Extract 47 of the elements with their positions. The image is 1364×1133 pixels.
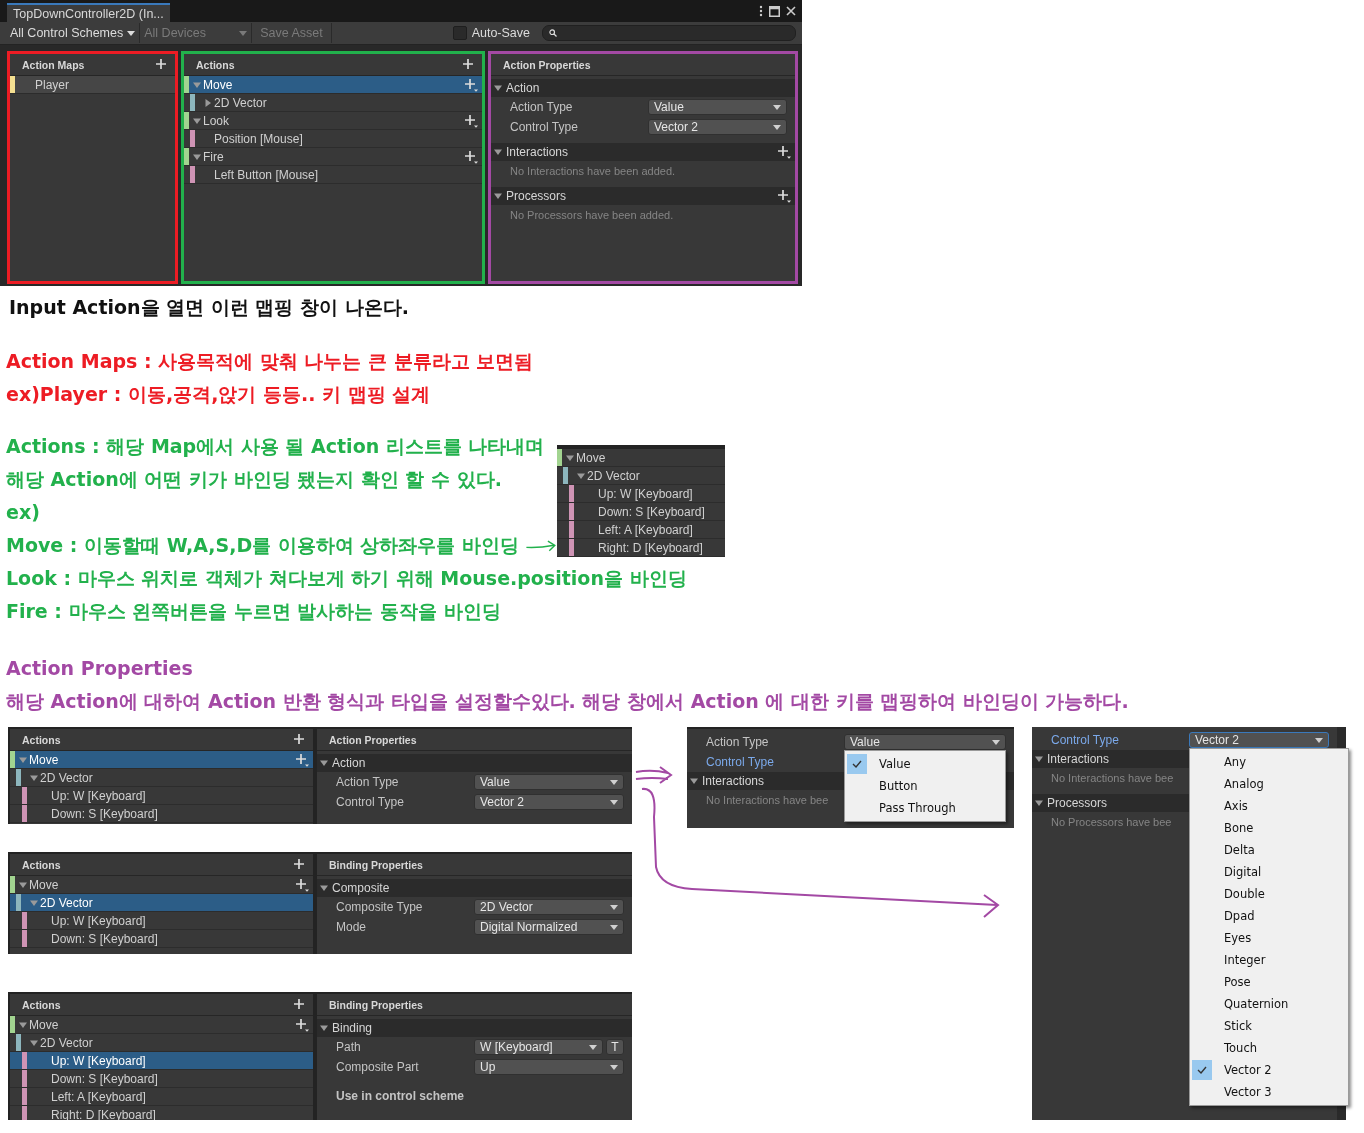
section-title: Composite <box>332 881 390 895</box>
panel-title: Action Maps <box>22 58 85 71</box>
field-label: Control Type <box>1050 733 1120 747</box>
panel-title: Action Properties <box>329 733 417 746</box>
checkbox-label: Auto-Save <box>471 26 530 40</box>
note-line: ex) <box>6 500 40 525</box>
note-line: Action Maps : 사용목적에 맞춰 나누는 큰 분류라고 보면됨 <box>6 349 534 374</box>
note-line: Look : 마우스 위치로 객체가 쳐다보게 하기 위해 Mouse.position을 바인딩 <box>6 566 687 591</box>
panel-title: Binding Properties <box>329 998 423 1011</box>
empty-note: No Interactions have bee <box>705 793 829 808</box>
section-title: Interactions <box>1047 752 1110 766</box>
field-label: Action Type <box>705 735 770 749</box>
field-label: Control Type <box>335 795 405 809</box>
section-title: Action <box>332 756 366 770</box>
note-line: 해당 Action에 대하여 Action 반환 형식과 타입을 설정할수있다. 해당 창에서 Action 에 대한 키를 맵핑하여 바인딩이 가능하다. <box>6 689 1129 714</box>
field-label: Composite Part <box>335 1060 420 1074</box>
section-title: Interactions <box>506 145 569 159</box>
empty-note: No Processors have bee <box>1050 815 1172 830</box>
panel-title: Actions <box>22 858 61 871</box>
section-title: Interactions <box>702 774 765 788</box>
empty-note: No Interactions have been added. <box>509 164 676 179</box>
caption: Input Action을 열면 이런 맵핑 창이 나온다. <box>9 295 410 320</box>
note-line: Action Properties <box>6 656 194 681</box>
section-title: Processors <box>1047 796 1108 810</box>
panel-title: Actions <box>196 58 235 71</box>
panel-title: Action Properties <box>503 58 591 71</box>
section-title: Binding <box>332 1021 373 1035</box>
field-heading: Use in control scheme <box>335 1089 466 1103</box>
note-line: Fire : 마우스 왼쪽버튼을 누르면 발사하는 동작을 바인딩 <box>6 599 501 624</box>
field-label: Control Type <box>509 120 579 134</box>
note-line: Actions : 해당 Map에서 사용 될 Action 리스트를 나타내며 <box>6 434 545 459</box>
note-line: Move : 이동할때 W,A,S,D를 이용하여 상하좌우를 바인딩 <box>6 533 520 558</box>
field-label: Path <box>335 1040 362 1054</box>
note-line: ex)Player : 이동,공격,앉기 등등.. 키 맵핑 설계 <box>6 382 432 407</box>
empty-note: No Processors have been added. <box>509 208 674 223</box>
panel-title: Actions <box>22 998 61 1011</box>
field-label: Action Type <box>509 100 574 114</box>
panel-title: Binding Properties <box>329 858 423 871</box>
section-title: Action <box>506 81 540 95</box>
panel-title: Actions <box>22 733 61 746</box>
field-label: Mode <box>335 920 368 934</box>
field-label: Control Type <box>705 755 775 769</box>
empty-note: No Interactions have bee <box>1050 771 1174 786</box>
field-label: Composite Type <box>335 900 424 914</box>
note-line: 해당 Action에 어떤 키가 바인딩 됐는지 확인 할 수 있다. <box>6 467 502 492</box>
field-label: Action Type <box>335 775 400 789</box>
section-title: Processors <box>506 189 567 203</box>
